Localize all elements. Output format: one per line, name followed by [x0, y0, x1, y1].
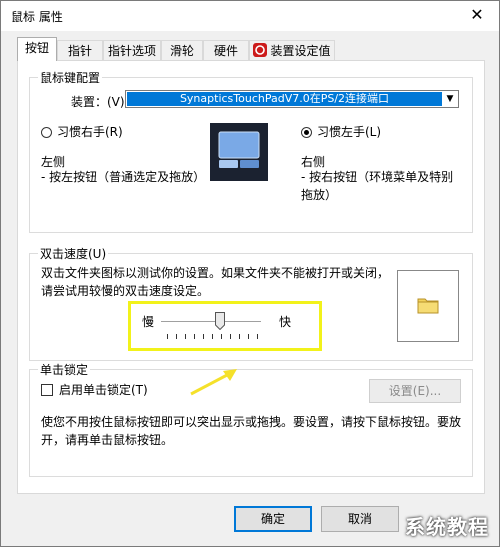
- tab-device-settings[interactable]: 装置设定值: [249, 40, 335, 60]
- double-click-description: 双击文件夹图标以测试你的设置。如果文件夹不能被打开或关闭，请尝试用较慢的双击速度…: [41, 266, 390, 298]
- right-hand-radio[interactable]: [41, 127, 52, 138]
- group-label: 鼠标键配置: [38, 69, 103, 86]
- chevron-down-icon[interactable]: ▼: [442, 91, 458, 107]
- mouse-properties-window: 鼠标 属性 ✕ 按钮 指针 指针选项 滑轮 硬件 装置设定值 鼠标键配置 装置：…: [0, 0, 500, 547]
- slow-label: 慢: [142, 315, 155, 329]
- cancel-button[interactable]: 取消: [321, 506, 399, 532]
- right-hand-label: 习惯右手(R): [57, 125, 123, 139]
- speed-slider-track[interactable]: [161, 321, 261, 325]
- tab-label: 指针: [67, 44, 92, 58]
- touchpad-image: [210, 123, 268, 181]
- tab-label: 硬件: [213, 44, 238, 58]
- click-lock-checkbox[interactable]: [41, 384, 53, 396]
- left-side-description: - 按左按钮（普通选定及拖放）: [41, 170, 206, 184]
- synaptics-icon: [253, 43, 268, 57]
- speed-slider-thumb[interactable]: [215, 312, 225, 330]
- click-lock-description: 使您不用按住鼠标按钮即可以突出显示或拖拽。要设置，请按下鼠标按钮。要放开，请再单…: [41, 415, 462, 447]
- tab-label: 指针选项: [107, 44, 156, 58]
- click-lock-label: 启用单击锁定(T): [59, 383, 148, 397]
- tab-label: 装置设定值: [270, 44, 331, 58]
- tab-wheel[interactable]: 滑轮: [161, 40, 203, 60]
- tab-pointer-options[interactable]: 指针选项: [103, 40, 161, 60]
- device-select[interactable]: SynapticsTouchPadV7.0在PS/2连接端口 ▼: [125, 90, 459, 108]
- tab-pointers[interactable]: 指针: [57, 40, 103, 60]
- tab-hardware[interactable]: 硬件: [203, 40, 249, 60]
- tab-label: 滑轮: [169, 44, 194, 58]
- speed-highlight-box: [128, 301, 322, 351]
- group-label: 单击锁定: [38, 361, 91, 378]
- device-label: 装置：(V): [71, 95, 125, 109]
- device-select-value: SynapticsTouchPadV7.0在PS/2连接端口: [127, 92, 442, 106]
- test-folder-box[interactable]: [397, 270, 459, 342]
- watermark: 系统教程: [405, 515, 489, 539]
- left-hand-label: 习惯左手(L): [317, 125, 382, 139]
- close-icon[interactable]: ✕: [467, 5, 487, 25]
- left-hand-radio[interactable]: [301, 127, 312, 138]
- folder-icon[interactable]: [417, 296, 439, 314]
- annotation-arrow-icon: [190, 369, 237, 396]
- tab-buttons[interactable]: 按钮: [17, 37, 57, 61]
- right-side-description: - 按右按钮（环境菜单及特别拖放）: [301, 170, 454, 202]
- click-lock-settings-button[interactable]: 设置(E)...: [369, 379, 461, 403]
- tab-label: 按钮: [24, 41, 49, 55]
- title-bar: 鼠标 属性 ✕: [1, 1, 499, 31]
- ok-button[interactable]: 确定: [234, 506, 312, 532]
- speed-slider-ticks: [167, 334, 258, 339]
- group-label: 双击速度(U): [38, 245, 109, 262]
- window-title: 鼠标 属性: [11, 10, 63, 24]
- fast-label: 快: [279, 315, 292, 329]
